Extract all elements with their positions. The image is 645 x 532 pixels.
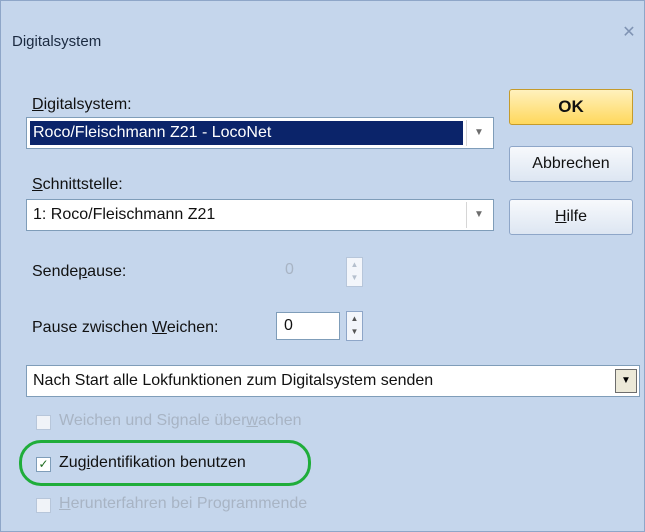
sendepause-label: Sendepause:: [32, 263, 127, 280]
help-button[interactable]: Hilfe: [509, 199, 633, 235]
weichen-label: Weichen und Signale überwachen: [59, 412, 302, 429]
herunter-checkbox: [36, 498, 51, 513]
chevron-down-icon[interactable]: ▼: [466, 120, 491, 146]
digitalsystem-value: Roco/Fleischmann Z21 - LocoNet: [33, 124, 272, 141]
sendepause-stepper: ▲ ▼: [346, 257, 363, 287]
weichen-checkbox: [36, 415, 51, 430]
ok-button[interactable]: OK: [509, 89, 633, 125]
cancel-button[interactable]: Abbrechen: [509, 146, 633, 182]
digitalsystem-dialog: Digitalsystem ✕ Digitalsystem: Roco/Flei…: [0, 0, 645, 532]
spin-down-icon[interactable]: ▼: [347, 325, 362, 338]
spin-up-icon: ▲: [350, 260, 359, 269]
close-icon[interactable]: ✕: [619, 23, 639, 43]
spin-down-icon: ▼: [350, 273, 359, 282]
digitalsystem-label: Digitalsystem:: [32, 96, 132, 113]
schnittstelle-value: 1: Roco/Fleischmann Z21: [33, 206, 216, 223]
start-option-value: Nach Start alle Lokfunktionen zum Digita…: [33, 372, 434, 389]
weichenpause-stepper[interactable]: ▲ ▼: [346, 311, 363, 341]
schnittstelle-label: Schnittstelle:: [32, 176, 123, 193]
annotation-highlight: [19, 440, 311, 486]
start-option-select[interactable]: Nach Start alle Lokfunktionen zum Digita…: [26, 365, 640, 397]
herunter-label: Herunterfahren bei Programmende: [59, 495, 308, 512]
schnittstelle-select[interactable]: 1: Roco/Fleischmann Z21 ▼: [26, 199, 494, 231]
window-title: Digitalsystem: [12, 33, 102, 50]
weichenpause-label: Pause zwischen Weichen:: [32, 319, 219, 336]
chevron-down-icon[interactable]: ▼: [466, 202, 491, 228]
weichenpause-input[interactable]: 0: [276, 312, 340, 340]
chevron-down-icon[interactable]: ▼: [615, 369, 637, 393]
title-bar: Digitalsystem ✕: [1, 1, 644, 69]
spin-up-icon[interactable]: ▲: [347, 312, 362, 325]
digitalsystem-select[interactable]: Roco/Fleischmann Z21 - LocoNet ▼: [26, 117, 494, 149]
sendepause-input: 0: [285, 261, 294, 278]
